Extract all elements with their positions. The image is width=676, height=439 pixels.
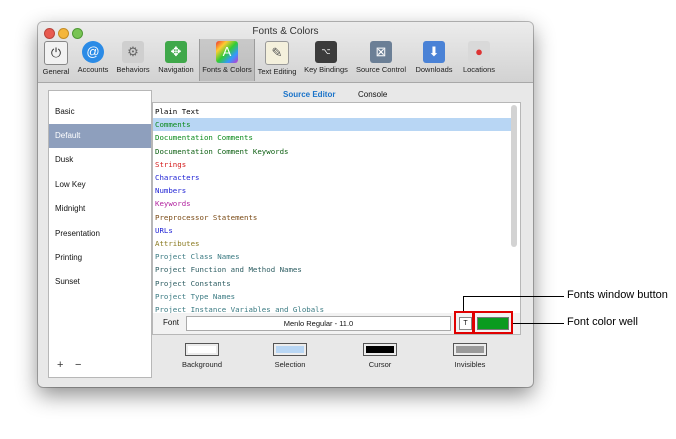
invisibles-color-well[interactable] <box>453 343 487 356</box>
download-tray-icon: ⬇ <box>423 41 445 63</box>
color-letter-icon: A <box>216 41 238 63</box>
background-swatch-group: Background <box>172 343 232 369</box>
option-key-icon: ⌥ <box>315 41 337 63</box>
tab-source-editor[interactable]: Source Editor <box>283 90 335 99</box>
background-color-well[interactable] <box>185 343 219 356</box>
theme-item-presentation[interactable]: Presentation <box>49 222 151 246</box>
toolbar-downloads[interactable]: ⬇ Downloads <box>411 39 457 81</box>
cursor-label: Cursor <box>368 360 392 369</box>
syntax-row[interactable]: Keywords <box>153 197 511 210</box>
color-well-callout-box <box>473 311 513 334</box>
theme-item-sunset[interactable]: Sunset <box>49 270 151 294</box>
toolbar-accounts[interactable]: @ Accounts <box>74 39 112 81</box>
toolbar-label: Source Control <box>355 65 407 74</box>
toolbar-key-bindings[interactable]: ⌥ Key Bindings <box>301 39 351 81</box>
toolbar-label: Downloads <box>415 65 453 74</box>
syntax-row[interactable]: Strings <box>153 158 511 171</box>
syntax-row[interactable]: Characters <box>153 171 511 184</box>
syntax-row[interactable]: Project Function and Method Names <box>153 263 511 276</box>
syntax-row[interactable]: Preprocessor Statements <box>153 211 511 224</box>
toolbar-fonts-colors[interactable]: A Fonts & Colors <box>199 39 255 81</box>
at-sign-icon: @ <box>82 41 104 63</box>
cursor-swatch-group: Cursor <box>350 343 410 369</box>
selection-swatch-group: Selection <box>260 343 320 369</box>
add-theme-button[interactable]: + <box>57 359 63 371</box>
fonts-button-callout-box <box>454 311 474 334</box>
fonts-button-callout-leader <box>463 296 464 311</box>
toolbar-label: Key Bindings <box>304 65 348 74</box>
gears-icon: ⚙ <box>122 41 144 63</box>
toolbar-source-control[interactable]: ⊠ Source Control <box>352 39 410 81</box>
theme-item-midnight[interactable]: Midnight <box>49 197 151 221</box>
toolbar-label: Text Editing <box>257 67 297 76</box>
syntax-row[interactable]: Numbers <box>153 184 511 197</box>
toolbar-locations[interactable]: ● Locations <box>458 39 500 81</box>
toolbar-label: Behaviors <box>116 65 150 74</box>
theme-list: Basic Default Dusk Low Key Midnight Pres… <box>48 90 152 378</box>
syntax-element-list: Plain Text Comments Documentation Comments… <box>152 102 521 315</box>
toolbar-text-editing[interactable]: ✎ Text Editing <box>254 39 300 81</box>
toolbar-navigation[interactable]: ✥ Navigation <box>154 39 198 81</box>
selection-color-well[interactable] <box>273 343 307 356</box>
toolbar-general[interactable]: ⏻ General <box>39 39 73 81</box>
syntax-row[interactable]: Documentation Comments <box>153 131 511 144</box>
toolbar-label: Accounts <box>77 65 109 74</box>
arrows-icon: ✥ <box>165 41 187 63</box>
remove-theme-button[interactable]: − <box>75 359 81 371</box>
fonts-window-button-caption: Fonts window button <box>567 289 668 301</box>
vertical-scrollbar[interactable] <box>511 105 517 247</box>
joystick-icon: ● <box>468 41 490 63</box>
theme-item-dusk[interactable]: Dusk <box>49 148 151 172</box>
general-switch-icon: ⏻ <box>44 41 68 65</box>
syntax-row[interactable]: Project Class Names <box>153 250 511 263</box>
theme-item-basic[interactable]: Basic <box>49 100 151 124</box>
font-name-field: Menlo Regular - 11.0 <box>186 316 451 331</box>
syntax-row[interactable]: Project Type Names <box>153 290 511 303</box>
syntax-row[interactable]: Plain Text <box>153 105 511 118</box>
toolbar-behaviors[interactable]: ⚙ Behaviors <box>113 39 153 81</box>
toolbar-label: Fonts & Colors <box>202 65 252 74</box>
cursor-color-well[interactable] <box>363 343 397 356</box>
toolbar-label: Navigation <box>158 65 194 74</box>
syntax-row[interactable]: Documentation Comment Keywords <box>153 145 511 158</box>
syntax-row[interactable]: Project Constants <box>153 277 511 290</box>
source-control-icon: ⊠ <box>370 41 392 63</box>
toolbar-label: Locations <box>462 65 496 74</box>
invisibles-swatch-group: Invisibles <box>440 343 500 369</box>
font-color-well-caption: Font color well <box>567 316 638 328</box>
syntax-row[interactable]: Comments <box>153 118 511 132</box>
pencil-paper-icon: ✎ <box>265 41 289 65</box>
window-title: Fonts & Colors <box>252 26 319 37</box>
theme-item-default[interactable]: Default <box>49 124 151 148</box>
fonts-button-callout-line <box>463 296 564 297</box>
preferences-toolbar: ⏻ General @ Accounts ⚙ Behaviors ✥ Navig… <box>38 39 533 81</box>
color-well-callout-line <box>513 323 564 324</box>
selection-label: Selection <box>274 360 306 369</box>
title-bar: Fonts & Colors ⏻ General @ Accounts ⚙ Be… <box>38 22 533 83</box>
background-label: Background <box>181 360 223 369</box>
theme-item-low-key[interactable]: Low Key <box>49 173 151 197</box>
syntax-row[interactable]: URLs <box>153 224 511 237</box>
syntax-row[interactable]: Attributes <box>153 237 511 250</box>
invisibles-label: Invisibles <box>454 360 486 369</box>
font-label: Font <box>163 318 180 327</box>
toolbar-label: General <box>42 67 70 76</box>
theme-item-printing[interactable]: Printing <box>49 246 151 270</box>
tab-console[interactable]: Console <box>358 90 387 99</box>
